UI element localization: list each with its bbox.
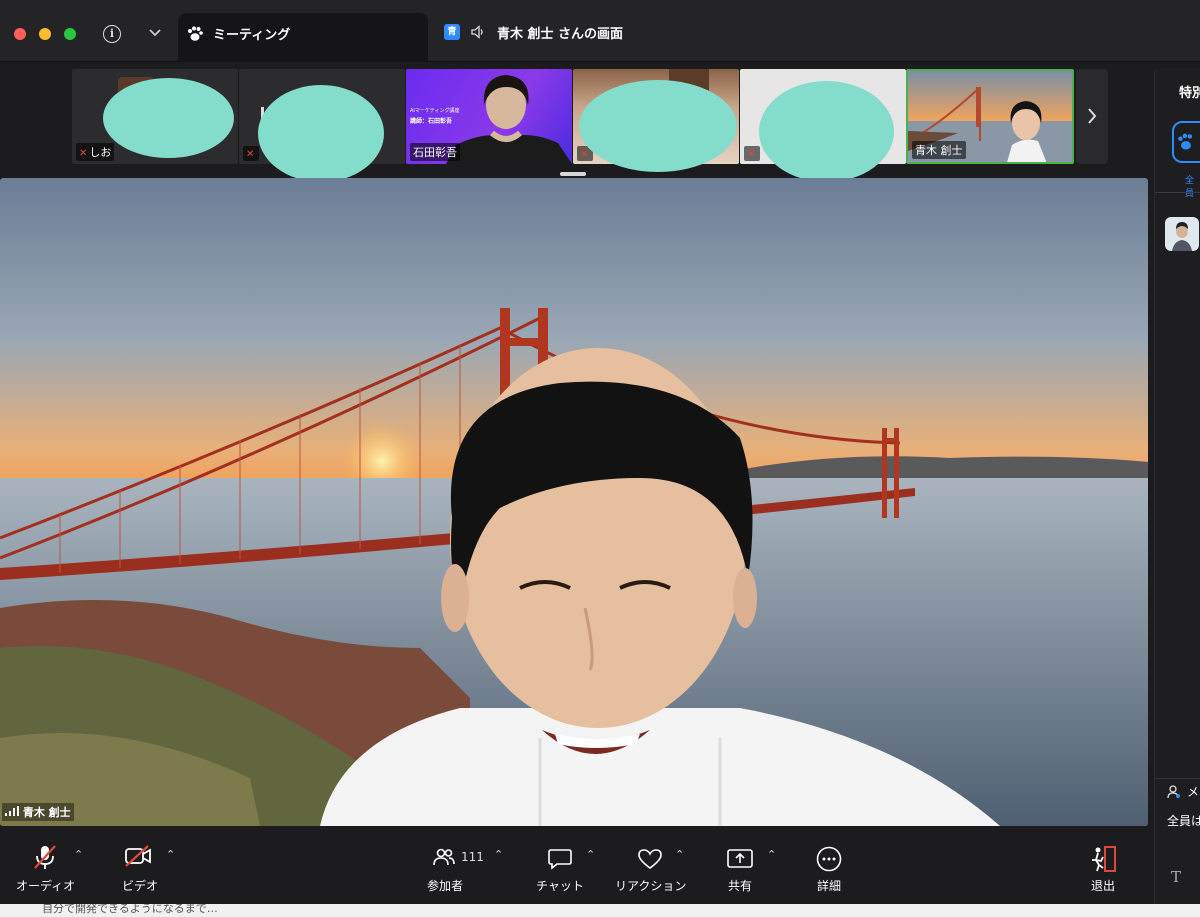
side-panel: 特別 全員 メ 全員は T [1154,68,1200,904]
chat-label: チャット [536,879,584,893]
tab-meeting-label: ミーティング [213,28,291,43]
active-speaker-video [0,178,1148,826]
participants-icon[interactable] [433,848,455,866]
mic-muted-icon: ✕ [79,148,88,159]
participants-options-caret[interactable]: ⌃ [494,848,503,861]
more-label: 詳細 [817,879,842,893]
participant-name: 石田彰吾 [410,143,460,161]
chevron-down-icon[interactable] [148,22,162,42]
share-options-caret[interactable]: ⌃ [767,848,776,861]
participant-tile-active[interactable]: 青木 創士 [906,69,1074,164]
microphone-muted-icon[interactable] [33,844,57,870]
paw-icon [188,26,203,41]
zoom-window: i ミーティング 青 青木 創士 さんの画面 ✕ しお ✕ AIマーケティング講… [0,0,1200,917]
tab-screen-share-label: 青木 創士 さんの画面 [497,27,624,42]
side-all-button[interactable] [1172,121,1200,163]
participant-name: 青木 創士 [912,141,966,159]
mic-muted-icon: ✕ [246,149,255,160]
tab-meeting[interactable]: ミーティング [178,13,428,62]
video-label: ビデオ [122,879,159,893]
participant-tile[interactable]: AIマーケティング講座 講師：石田彰吾 石田彰吾 [406,69,572,164]
fullscreen-window-button[interactable] [64,28,76,40]
mic-muted-icon: ✕ [747,149,756,160]
active-speaker-name: 青木 創士 [2,803,74,821]
message-recipient-row[interactable]: メ [1155,778,1200,806]
person-icon [1167,785,1180,799]
redaction-overlay [759,81,894,182]
chat-options-caret[interactable]: ⌃ [586,848,595,861]
text-format-icon[interactable]: T [1171,868,1181,886]
recipient-all-label: 全員は [1167,814,1200,828]
more-icon[interactable] [816,846,842,872]
side-panel-title: 特別 [1179,86,1200,101]
strip-next-button[interactable] [1076,69,1108,164]
main-video: 青木 創士 [0,178,1148,826]
side-all-label: 全員 [1185,176,1195,199]
reaction-options-caret[interactable]: ⌃ [675,848,684,861]
strip-resize-handle[interactable] [560,172,586,176]
divider [1155,192,1200,193]
mic-muted-icon: ✕ [580,149,589,160]
redaction-overlay [579,80,737,172]
title-bar: i ミーティング 青 青木 創士 さんの画面 [0,0,1200,62]
redaction-overlay [258,85,384,182]
participants-label: 参加者 [427,879,464,893]
chat-icon[interactable] [548,848,572,870]
chevron-right-icon [1088,108,1097,124]
info-icon[interactable]: i [103,25,121,43]
redaction-overlay [103,78,234,158]
participant-name: ✕ [243,146,260,161]
signal-strength-icon [5,806,19,816]
avatar[interactable] [1165,217,1199,251]
share-avatar-badge: 青 [444,24,460,40]
leave-label: 退出 [1091,879,1116,893]
speaker-icon [471,25,483,39]
video-off-icon[interactable] [124,844,152,868]
message-label: メ [1187,785,1200,799]
audio-options-caret[interactable]: ⌃ [74,848,83,861]
background-window-peek: 自分で開発できるようになるまで… [0,904,1200,917]
heart-icon[interactable] [637,848,663,870]
paw-icon [1178,133,1193,150]
participant-video [446,75,572,164]
video-options-caret[interactable]: ⌃ [166,848,175,861]
share-label: 共有 [728,879,753,893]
leave-icon[interactable] [1089,846,1117,872]
minimize-window-button[interactable] [39,28,51,40]
background-text: 自分で開発できるようになるまで… [42,904,218,915]
participant-name: ✕ [744,146,761,161]
close-window-button[interactable] [14,28,26,40]
reaction-label: リアクション [615,879,687,893]
audio-label: オーディオ [16,879,76,893]
meeting-toolbar: ⌃ オーディオ ⌃ ビデオ 111 ⌃ 参加者 ⌃ チャット ⌃ リアクション … [0,826,1154,904]
share-screen-icon[interactable] [727,848,753,870]
participants-count: 111 [461,850,484,864]
participant-strip: ✕ しお ✕ AIマーケティング講座 講師：石田彰吾 石田彰吾 ✕ ✕ 青木 創… [72,69,1108,182]
participant-name: ✕ しお [76,143,115,161]
